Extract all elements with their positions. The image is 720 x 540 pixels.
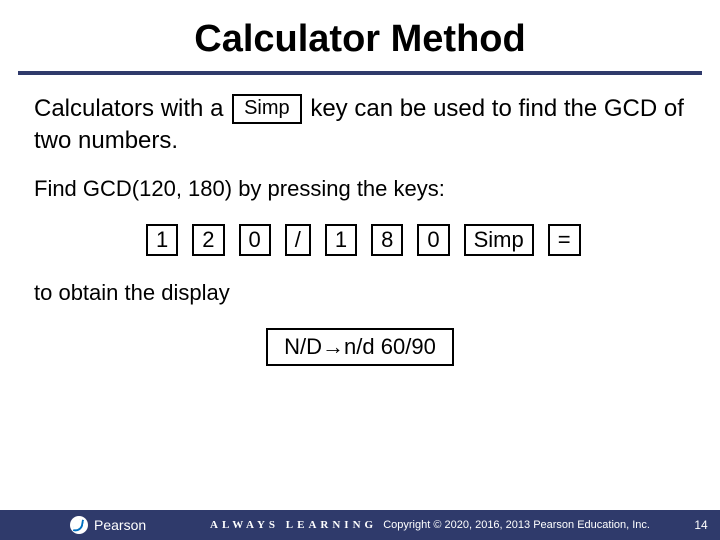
key-equals: = — [548, 224, 581, 256]
intro-paragraph: Calculators with a Simp key can be used … — [34, 93, 686, 158]
key-slash: / — [285, 224, 311, 256]
brand-name: Pearson — [94, 517, 146, 533]
footer-copyright: Copyright © 2020, 2016, 2013 Pearson Edu… — [377, 519, 690, 531]
simp-key-inline: Simp — [232, 94, 302, 124]
slide-content: Calculators with a Simp key can be used … — [0, 75, 720, 366]
page-number: 14 — [690, 518, 720, 532]
key-sequence: 1 2 0 / 1 8 0 Simp = — [34, 224, 686, 256]
key-0a: 0 — [239, 224, 271, 256]
footer-bar: Pearson ALWAYS LEARNING Copyright © 2020… — [0, 510, 720, 540]
instruction-line: Find GCD(120, 180) by pressing the keys: — [34, 176, 686, 202]
key-1: 1 — [146, 224, 178, 256]
key-8: 8 — [371, 224, 403, 256]
brand-block: Pearson — [0, 516, 200, 534]
key-0b: 0 — [417, 224, 449, 256]
pearson-logo-icon — [70, 516, 88, 534]
key-simp: Simp — [464, 224, 534, 256]
key-2: 2 — [192, 224, 224, 256]
display-row: N/D→n/d 60/90 — [34, 328, 686, 366]
obtain-line: to obtain the display — [34, 280, 686, 306]
key-1b: 1 — [325, 224, 357, 256]
footer-tagline: ALWAYS LEARNING — [200, 519, 377, 531]
intro-before: Calculators with a — [34, 95, 230, 122]
display-result: N/D→n/d 60/90 — [266, 328, 454, 366]
page-title: Calculator Method — [0, 0, 720, 71]
